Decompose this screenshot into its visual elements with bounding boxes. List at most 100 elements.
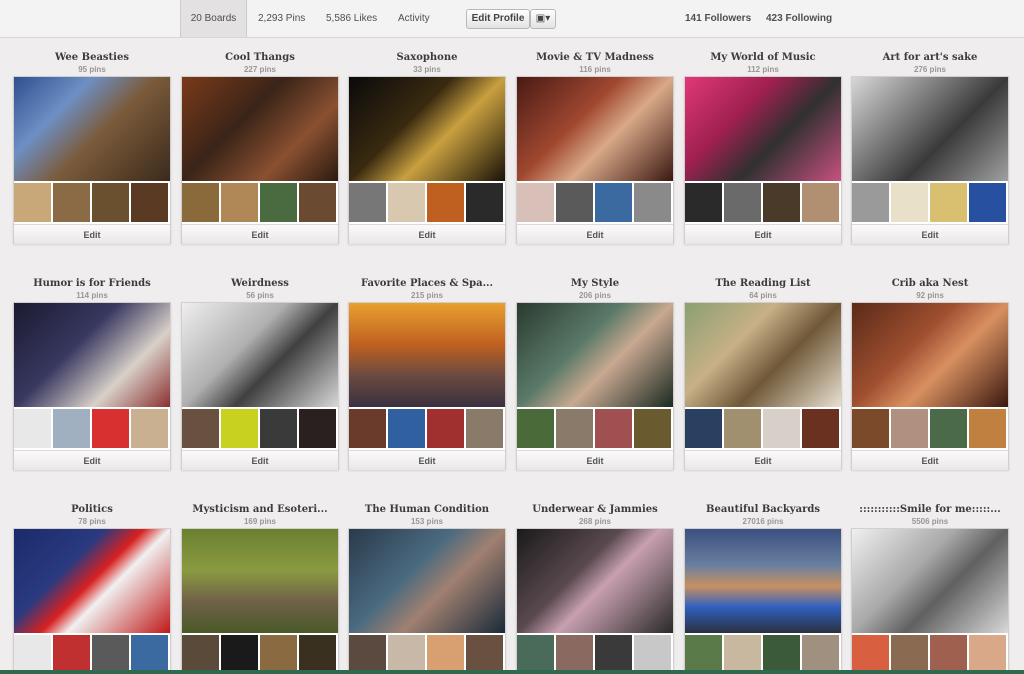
board-preview[interactable]: Edit [348, 302, 506, 470]
board-thumbnail[interactable] [517, 409, 554, 448]
pins-count-tab[interactable]: 2,293 Pins [258, 0, 305, 37]
edit-profile-button[interactable]: Edit Profile [466, 9, 530, 29]
board-thumbnail[interactable] [260, 635, 297, 674]
board-preview[interactable]: Edit [348, 76, 506, 244]
board-edit-button[interactable]: Edit [685, 450, 841, 470]
board-preview[interactable]: Edit [684, 302, 842, 470]
board-thumbnail[interactable] [299, 409, 336, 448]
board-thumbnail[interactable] [92, 183, 129, 222]
board-title[interactable]: Mysticism and Esoteri... [181, 504, 339, 515]
board-thumbnail[interactable] [724, 409, 761, 448]
board-title[interactable]: Beautiful Backyards [684, 504, 842, 515]
board-preview[interactable]: Edit [684, 76, 842, 244]
board-cover-image[interactable] [685, 303, 841, 407]
board-thumbnail[interactable] [182, 409, 219, 448]
board-thumbnail[interactable] [53, 183, 90, 222]
board-thumbnail[interactable] [427, 635, 464, 674]
board-cover-image[interactable] [14, 77, 170, 181]
board-title[interactable]: Saxophone [348, 52, 506, 63]
board-thumbnail[interactable] [969, 635, 1006, 674]
board-cover-image[interactable] [685, 529, 841, 633]
board-thumbnail[interactable] [388, 409, 425, 448]
board-thumbnail[interactable] [891, 409, 928, 448]
board-thumbnail[interactable] [685, 183, 722, 222]
board-thumbnail[interactable] [517, 635, 554, 674]
board-thumbnail[interactable] [466, 635, 503, 674]
board-thumbnail[interactable] [299, 183, 336, 222]
board-thumbnail[interactable] [763, 183, 800, 222]
board-thumbnail[interactable] [466, 409, 503, 448]
board-edit-button[interactable]: Edit [14, 450, 170, 470]
board-preview[interactable]: Edit [851, 302, 1009, 470]
board-thumbnail[interactable] [595, 409, 632, 448]
board-thumbnail[interactable] [969, 409, 1006, 448]
board-title[interactable]: Crib aka Nest [851, 278, 1009, 289]
following-count[interactable]: 423 Following [766, 0, 832, 37]
board-preview[interactable]: Edit [684, 528, 842, 674]
board-title[interactable]: My Style [516, 278, 674, 289]
board-thumbnail[interactable] [930, 183, 967, 222]
board-preview[interactable]: Edit [851, 76, 1009, 244]
board-edit-button[interactable]: Edit [182, 224, 338, 244]
board-preview[interactable]: Edit [348, 528, 506, 674]
board-title[interactable]: The Human Condition [348, 504, 506, 515]
board-thumbnail[interactable] [802, 183, 839, 222]
board-thumbnail[interactable] [14, 635, 51, 674]
board-thumbnail[interactable] [891, 183, 928, 222]
board-title[interactable]: Humor is for Friends [13, 278, 171, 289]
board-preview[interactable]: Edit [13, 528, 171, 674]
board-thumbnail[interactable] [349, 409, 386, 448]
likes-count-tab[interactable]: 5,586 Likes [326, 0, 377, 37]
board-cover-image[interactable] [14, 303, 170, 407]
board-thumbnail[interactable] [221, 183, 258, 222]
board-title[interactable]: :::::::::::Smile for me:::::... [851, 504, 1009, 515]
board-thumbnail[interactable] [427, 409, 464, 448]
board-thumbnail[interactable] [634, 409, 671, 448]
board-thumbnail[interactable] [852, 635, 889, 674]
board-thumbnail[interactable] [182, 183, 219, 222]
board-thumbnail[interactable] [53, 409, 90, 448]
board-thumbnail[interactable] [634, 183, 671, 222]
board-title[interactable]: Weirdness [181, 278, 339, 289]
board-thumbnail[interactable] [260, 183, 297, 222]
board-thumbnail[interactable] [852, 409, 889, 448]
board-thumbnail[interactable] [930, 635, 967, 674]
board-cover-image[interactable] [182, 529, 338, 633]
board-thumbnail[interactable] [14, 183, 51, 222]
board-cover-image[interactable] [852, 303, 1008, 407]
board-title[interactable]: Art for art's sake [851, 52, 1009, 63]
board-thumbnail[interactable] [427, 183, 464, 222]
board-edit-button[interactable]: Edit [182, 450, 338, 470]
board-edit-button[interactable]: Edit [14, 224, 170, 244]
board-thumbnail[interactable] [891, 635, 928, 674]
board-title[interactable]: Politics [13, 504, 171, 515]
board-thumbnail[interactable] [131, 635, 168, 674]
board-thumbnail[interactable] [53, 635, 90, 674]
board-thumbnail[interactable] [466, 183, 503, 222]
board-thumbnail[interactable] [685, 409, 722, 448]
board-title[interactable]: Cool Thangs [181, 52, 339, 63]
activity-tab[interactable]: Activity [398, 0, 430, 37]
board-cover-image[interactable] [517, 529, 673, 633]
boards-count-tab[interactable]: 20 Boards [180, 0, 247, 37]
profile-menu-button[interactable]: ▣▾ [530, 9, 556, 29]
board-thumbnail[interactable] [14, 409, 51, 448]
board-thumbnail[interactable] [92, 409, 129, 448]
board-preview[interactable]: Edit [851, 528, 1009, 674]
board-thumbnail[interactable] [299, 635, 336, 674]
board-preview[interactable]: Edit [516, 76, 674, 244]
board-preview[interactable]: Edit [181, 302, 339, 470]
board-thumbnail[interactable] [595, 183, 632, 222]
followers-count[interactable]: 141 Followers [685, 0, 751, 37]
board-preview[interactable]: Edit [181, 528, 339, 674]
board-thumbnail[interactable] [852, 183, 889, 222]
board-title[interactable]: Favorite Places & Spa... [348, 278, 506, 289]
board-thumbnail[interactable] [556, 635, 593, 674]
board-cover-image[interactable] [14, 529, 170, 633]
board-title[interactable]: Underwear & Jammies [516, 504, 674, 515]
board-thumbnail[interactable] [92, 635, 129, 674]
board-cover-image[interactable] [852, 529, 1008, 633]
board-preview[interactable]: Edit [13, 76, 171, 244]
board-thumbnail[interactable] [556, 409, 593, 448]
board-cover-image[interactable] [685, 77, 841, 181]
